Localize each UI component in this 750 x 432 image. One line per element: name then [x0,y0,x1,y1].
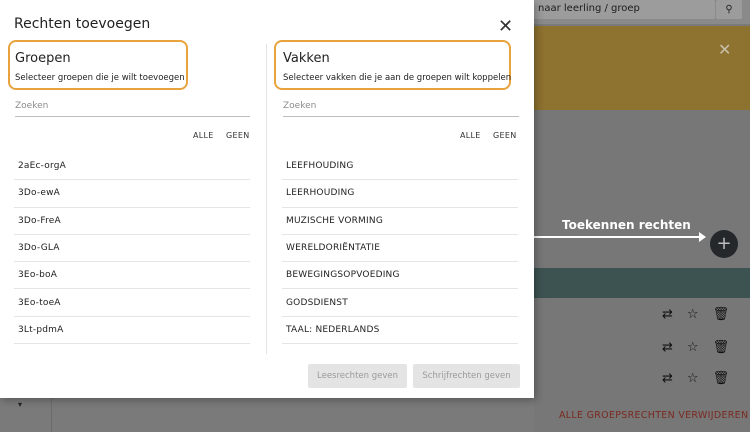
table-header-bar [534,268,750,298]
row-actions: ⇄ ☆ 🗑 [662,371,729,386]
dialog-title: Rechten toevoegen [14,16,151,32]
annotation-label: Toekennen rechten [562,218,691,232]
left-pane-bottom: ▾ [0,398,52,432]
add-rights-button[interactable]: + [710,230,738,258]
swap-icon[interactable]: ⇄ [662,371,673,386]
list-item[interactable]: BEWEGINGSOPVOEDING [282,262,518,290]
list-item[interactable]: MUZISCHE VORMING [282,208,518,235]
groepen-subtitle: Selecteer groepen die je wilt toevoegen [15,73,185,83]
groepen-select-all-button[interactable]: ALLE [193,131,214,140]
list-item[interactable]: 3Lt-pdmA [14,317,250,345]
notification-banner [534,26,750,110]
star-icon[interactable]: ☆ [687,340,699,355]
vakken-subtitle: Selecteer vakken die je aan de groepen w… [283,73,512,83]
groepen-title: Groepen [15,51,71,66]
vakken-search-underline [283,116,519,117]
search-icon[interactable]: ⚲ [716,0,742,19]
close-icon[interactable]: ✕ [498,18,513,36]
list-item[interactable]: LEEFHOUDING [282,153,518,181]
star-icon[interactable]: ☆ [687,307,699,322]
groepen-search-underline [15,116,250,117]
vakken-title: Vakken [283,51,330,66]
remove-all-rights-link[interactable]: ALLE GROEPSRECHTEN VERWIJDEREN [559,410,748,421]
list-item[interactable]: 3Eo-toeA [14,289,250,317]
groepen-select-none-button[interactable]: GEEN [226,131,250,140]
list-item[interactable]: 3Do-FreA [14,208,250,235]
rights-dialog: Rechten toevoegen ✕ Groepen Selecteer gr… [0,0,534,398]
list-item[interactable]: 3Do-GLA [14,235,250,263]
column-divider [266,44,267,354]
row-actions: ⇄ ☆ 🗑 [662,307,729,322]
list-item[interactable]: 3Do-ewA [14,180,250,208]
swap-icon[interactable]: ⇄ [662,340,673,355]
close-icon[interactable]: ✕ [718,40,731,59]
swap-icon[interactable]: ⇄ [662,307,673,322]
list-item[interactable]: 2aEc-orgA [14,153,250,181]
list-item[interactable]: TAAL: NEDERLANDS [282,317,518,345]
row-actions: ⇄ ☆ 🗑 [662,340,729,355]
background-search-input[interactable]: naar leerling / groep [530,0,715,19]
annotation-arrow [534,232,706,242]
vakken-search-input[interactable]: Zoeken [283,101,316,111]
star-icon[interactable]: ☆ [687,371,699,386]
trash-icon[interactable]: 🗑 [713,307,730,322]
write-rights-button[interactable]: Schrijfrechten geven [413,364,520,388]
groepen-search-input[interactable]: Zoeken [15,101,48,111]
chevron-down-icon[interactable]: ▾ [18,400,22,409]
list-item[interactable]: GODSDIENST [282,289,518,317]
vakken-select-none-button[interactable]: GEEN [493,131,517,140]
background-search-placeholder: naar leerling / groep [538,3,640,14]
vakken-list: LEEFHOUDING LEERHOUDING MUZISCHE VORMING WE… [282,153,518,345]
read-rights-button[interactable]: Leesrechten geven [308,364,407,388]
list-item[interactable]: WERELDORIËNTATIE [282,235,518,263]
trash-icon[interactable]: 🗑 [713,340,730,355]
groepen-list: 2aEc-orgA 3Do-ewA 3Do-FreA 3Do-GLA 3Eo-boA 3E… [14,153,250,345]
vakken-select-all-button[interactable]: ALLE [460,131,481,140]
list-item[interactable]: 3Eo-boA [14,262,250,290]
trash-icon[interactable]: 🗑 [713,371,730,386]
list-item[interactable]: LEERHOUDING [282,180,518,208]
